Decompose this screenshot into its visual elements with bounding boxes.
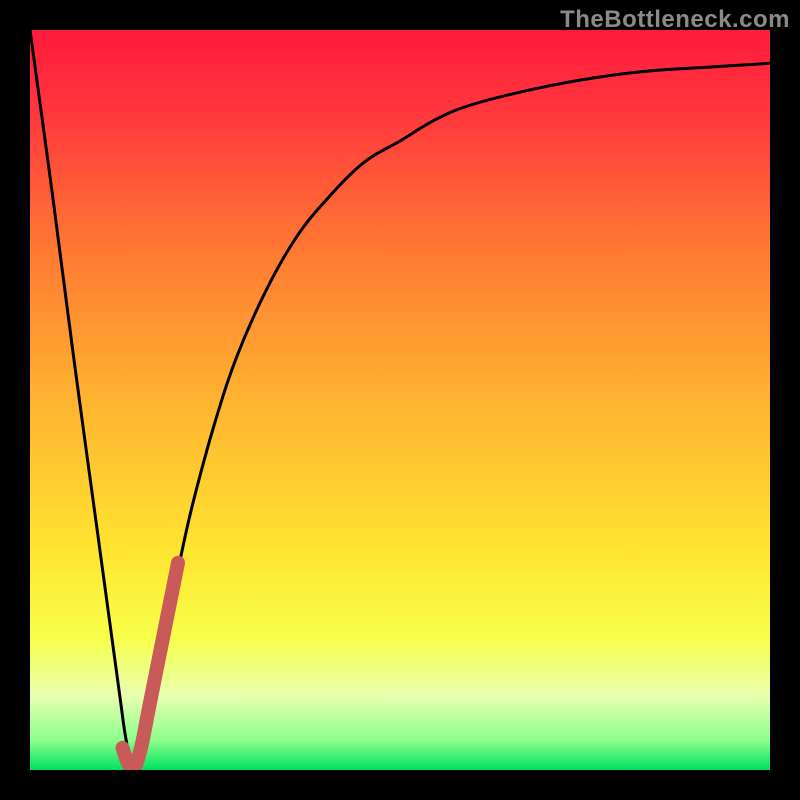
chart-svg xyxy=(30,30,770,770)
plot-area xyxy=(30,30,770,770)
chart-frame: TheBottleneck.com xyxy=(0,0,800,800)
